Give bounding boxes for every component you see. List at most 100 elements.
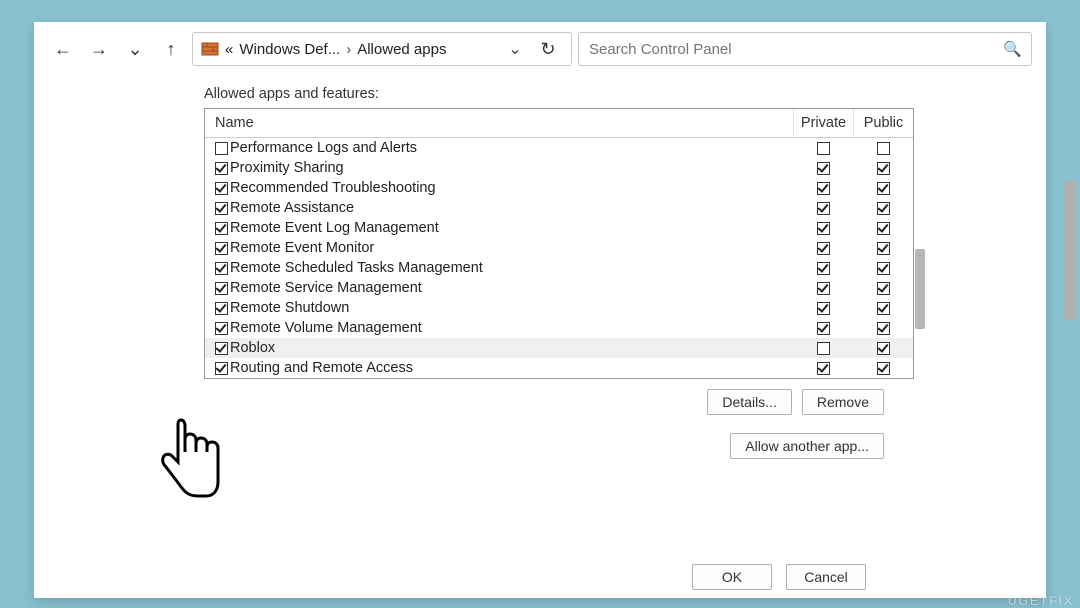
row-name-cell: Remote Service Management <box>205 278 793 298</box>
arrow-left-icon: ← <box>54 40 72 58</box>
breadcrumb-prefix: « <box>225 41 233 58</box>
private-checkbox[interactable] <box>817 342 830 355</box>
details-button[interactable]: Details... <box>707 389 791 415</box>
row-name-label: Remote Shutdown <box>230 300 349 316</box>
public-checkbox[interactable] <box>877 242 890 255</box>
search-input[interactable] <box>589 41 1003 58</box>
column-public[interactable]: Public <box>853 109 913 137</box>
page-scrollbar-thumb[interactable] <box>1064 180 1076 320</box>
table-row[interactable]: Routing and Remote Access <box>205 358 913 378</box>
private-checkbox[interactable] <box>817 182 830 195</box>
enable-checkbox[interactable] <box>215 362 228 375</box>
public-checkbox[interactable] <box>877 322 890 335</box>
dialog-footer: OK Cancel <box>692 564 866 590</box>
remove-button[interactable]: Remove <box>802 389 884 415</box>
search-box[interactable]: 🔍 <box>578 32 1032 66</box>
private-checkbox[interactable] <box>817 202 830 215</box>
allowed-apps-panel: Allowed apps and features: Name Private … <box>174 78 914 459</box>
enable-checkbox[interactable] <box>215 342 228 355</box>
apps-list: Name Private Public Performance Logs and… <box>204 108 914 379</box>
toolbar: ← → ⌄ ↑ « Windows Def... › Allowed apps … <box>34 22 1046 78</box>
enable-checkbox[interactable] <box>215 282 228 295</box>
table-row[interactable]: Remote Volume Management <box>205 318 913 338</box>
column-private[interactable]: Private <box>793 109 853 137</box>
watermark: UGETFIX <box>1008 594 1074 608</box>
forward-button[interactable]: → <box>84 34 114 64</box>
recent-dropdown[interactable]: ⌄ <box>120 34 150 64</box>
private-checkbox[interactable] <box>817 162 830 175</box>
row-name-label: Proximity Sharing <box>230 160 344 176</box>
list-header: Name Private Public <box>205 109 913 138</box>
table-row[interactable]: Recommended Troubleshooting <box>205 178 913 198</box>
public-checkbox[interactable] <box>877 262 890 275</box>
enable-checkbox[interactable] <box>215 182 228 195</box>
enable-checkbox[interactable] <box>215 202 228 215</box>
enable-checkbox[interactable] <box>215 142 228 155</box>
cancel-button[interactable]: Cancel <box>786 564 866 590</box>
table-row[interactable]: Performance Logs and Alerts <box>205 138 913 158</box>
public-checkbox[interactable] <box>877 142 890 155</box>
row-name-cell: Recommended Troubleshooting <box>205 178 793 198</box>
breadcrumb[interactable]: « Windows Def... › Allowed apps ⌄ ↻ <box>192 32 572 66</box>
enable-checkbox[interactable] <box>215 242 228 255</box>
public-checkbox[interactable] <box>877 302 890 315</box>
enable-checkbox[interactable] <box>215 222 228 235</box>
breadcrumb-dropdown[interactable]: ⌄ <box>503 39 527 59</box>
row-name-cell: Remote Scheduled Tasks Management <box>205 258 793 278</box>
arrow-up-icon: ↑ <box>167 40 176 58</box>
row-name-label: Performance Logs and Alerts <box>230 140 417 156</box>
up-button[interactable]: ↑ <box>156 34 186 64</box>
row-name-label: Remote Assistance <box>230 200 354 216</box>
private-checkbox[interactable] <box>817 282 830 295</box>
public-checkbox[interactable] <box>877 162 890 175</box>
panel-title: Allowed apps and features: <box>204 86 914 102</box>
ok-button[interactable]: OK <box>692 564 772 590</box>
table-row[interactable]: Proximity Sharing <box>205 158 913 178</box>
public-checkbox[interactable] <box>877 342 890 355</box>
row-name-cell: Roblox <box>205 338 793 358</box>
allow-another-app-button[interactable]: Allow another app... <box>730 433 884 459</box>
list-scrollbar-thumb[interactable] <box>915 249 925 329</box>
private-checkbox[interactable] <box>817 242 830 255</box>
row-name-label: Remote Event Log Management <box>230 220 439 236</box>
row-name-label: Routing and Remote Access <box>230 360 413 376</box>
enable-checkbox[interactable] <box>215 162 228 175</box>
public-checkbox[interactable] <box>877 282 890 295</box>
row-name-cell: Remote Event Monitor <box>205 238 793 258</box>
public-checkbox[interactable] <box>877 202 890 215</box>
row-name-label: Remote Volume Management <box>230 320 422 336</box>
public-checkbox[interactable] <box>877 222 890 235</box>
row-name-label: Remote Scheduled Tasks Management <box>230 260 483 276</box>
breadcrumb-seg-windows-defender[interactable]: Windows Def... <box>239 41 340 58</box>
chevron-down-icon: ⌄ <box>127 40 142 58</box>
private-checkbox[interactable] <box>817 302 830 315</box>
table-row[interactable]: Remote Scheduled Tasks Management <box>205 258 913 278</box>
private-checkbox[interactable] <box>817 362 830 375</box>
table-row[interactable]: Remote Shutdown <box>205 298 913 318</box>
private-checkbox[interactable] <box>817 222 830 235</box>
chevron-right-icon: › <box>346 41 351 58</box>
firewall-icon <box>201 40 219 58</box>
table-row[interactable]: Remote Assistance <box>205 198 913 218</box>
public-checkbox[interactable] <box>877 362 890 375</box>
enable-checkbox[interactable] <box>215 302 228 315</box>
column-name[interactable]: Name <box>205 109 793 137</box>
private-checkbox[interactable] <box>817 142 830 155</box>
row-name-cell: Routing and Remote Access <box>205 358 793 378</box>
private-checkbox[interactable] <box>817 322 830 335</box>
breadcrumb-seg-allowed-apps[interactable]: Allowed apps <box>357 41 446 58</box>
row-name-cell: Proximity Sharing <box>205 158 793 178</box>
back-button[interactable]: ← <box>48 34 78 64</box>
table-row[interactable]: Remote Event Log Management <box>205 218 913 238</box>
row-name-cell: Performance Logs and Alerts <box>205 138 793 158</box>
table-row[interactable]: Remote Service Management <box>205 278 913 298</box>
private-checkbox[interactable] <box>817 262 830 275</box>
table-row[interactable]: Remote Event Monitor <box>205 238 913 258</box>
refresh-button[interactable]: ↻ <box>533 39 563 60</box>
public-checkbox[interactable] <box>877 182 890 195</box>
enable-checkbox[interactable] <box>215 262 228 275</box>
row-name-label: Remote Event Monitor <box>230 240 374 256</box>
enable-checkbox[interactable] <box>215 322 228 335</box>
search-icon: 🔍 <box>1003 40 1021 58</box>
table-row[interactable]: Roblox <box>205 338 913 358</box>
